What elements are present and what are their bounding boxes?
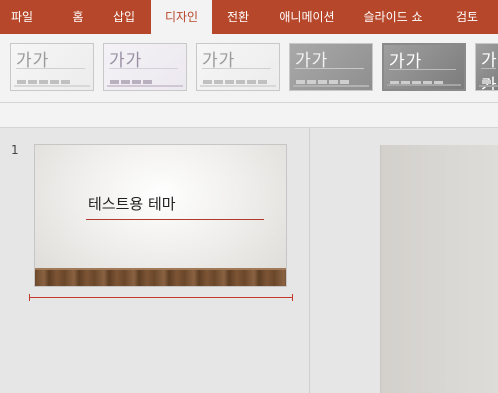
theme-title-rule: [16, 68, 85, 69]
slide-editing-area: [310, 128, 498, 393]
theme-color-bar: [132, 80, 141, 84]
theme-footer-line: [387, 84, 461, 86]
wood-floor-graphic: [35, 270, 286, 286]
theme-color-bar: [143, 80, 152, 84]
insertion-line-cap: [292, 294, 293, 301]
theme-color-bar: [203, 80, 212, 84]
theme-thumbnail[interactable]: 가가: [289, 43, 373, 91]
theme-color-bar: [39, 80, 48, 84]
slide-number: 1: [11, 143, 19, 157]
slide-title: 테스트용 테마: [88, 195, 176, 213]
theme-footer-line: [479, 85, 498, 87]
tab-file[interactable]: 파일: [0, 0, 44, 34]
theme-gallery: 가가 가가 가가 가가 가가 가: [0, 34, 498, 102]
tab-review[interactable]: 검토: [446, 0, 488, 34]
theme-color-bar: [121, 80, 130, 84]
theme-title-rule: [109, 68, 178, 69]
theme-thumbnail[interactable]: 가가: [10, 43, 94, 91]
tab-insert[interactable]: 삽입: [103, 0, 145, 34]
theme-color-bar: [318, 80, 327, 84]
theme-color-bar: [340, 80, 349, 84]
theme-thumbnail[interactable]: 가가: [196, 43, 280, 91]
theme-footer-line: [107, 85, 183, 87]
tab-transitions[interactable]: 전환: [216, 0, 260, 34]
theme-color-bar: [482, 80, 491, 84]
theme-color-bar: [50, 80, 59, 84]
theme-color-bar: [329, 80, 338, 84]
main-slide-canvas[interactable]: [380, 145, 498, 393]
slide-thumbnail[interactable]: 테스트용 테마: [34, 144, 287, 287]
insertion-line: [30, 297, 292, 298]
theme-thumbnail[interactable]: 가가: [475, 43, 498, 91]
theme-color-bar: [28, 80, 37, 84]
theme-color-bar: [214, 80, 223, 84]
theme-color-bar: [247, 80, 256, 84]
tab-slideshow[interactable]: 슬라이드 쇼: [354, 0, 432, 34]
theme-color-bar: [61, 80, 70, 84]
tab-animations[interactable]: 애니메이션: [270, 0, 344, 34]
title-underline: [86, 219, 264, 220]
theme-color-bar: [236, 80, 245, 84]
ribbon-group-strip: [0, 103, 498, 127]
theme-footer-line: [14, 85, 90, 87]
theme-title-rule: [202, 68, 271, 69]
theme-title-rule: [295, 68, 364, 69]
tab-home[interactable]: 홈: [58, 0, 98, 34]
theme-color-bar: [17, 80, 26, 84]
slide-thumbnail-pane: 1 테스트용 테마: [0, 128, 309, 393]
theme-color-bar: [258, 80, 267, 84]
theme-footer-line: [293, 85, 369, 87]
theme-title-rule: [389, 69, 456, 70]
insertion-line-cap: [29, 294, 30, 301]
theme-thumbnail[interactable]: 가가: [103, 43, 187, 91]
theme-color-bar: [307, 80, 316, 84]
theme-color-bar: [110, 80, 119, 84]
ribbon-tab-bar: 파일 홈 삽입 디자인 전환 애니메이션 슬라이드 쇼 검토: [0, 0, 498, 34]
theme-footer-line: [200, 85, 276, 87]
theme-title-rule: [481, 68, 496, 69]
tab-design[interactable]: 디자인: [151, 0, 212, 34]
theme-color-bar: [225, 80, 234, 84]
theme-thumbnail[interactable]: 가가: [382, 43, 466, 91]
theme-color-bar: [296, 80, 305, 84]
